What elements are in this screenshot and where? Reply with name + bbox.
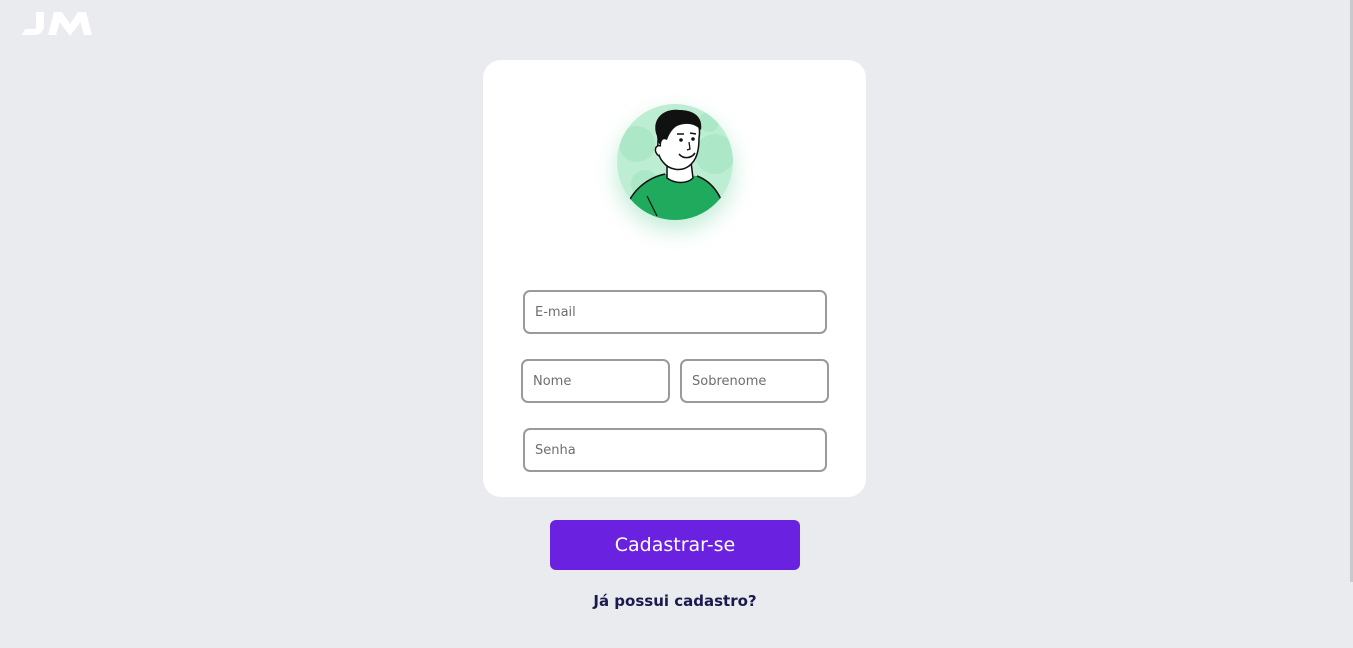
already-registered-link[interactable]: Já possui cadastro? <box>550 592 800 610</box>
signup-card <box>483 60 866 497</box>
last-name-field[interactable] <box>680 359 829 403</box>
signup-page: Cadastrar-se Já possui cadastro? <box>0 0 1353 648</box>
password-field[interactable] <box>523 428 827 472</box>
signup-button[interactable]: Cadastrar-se <box>550 520 800 570</box>
brand-logo[interactable] <box>22 10 106 36</box>
user-avatar-icon <box>617 104 733 220</box>
email-field[interactable] <box>523 290 827 334</box>
first-name-field[interactable] <box>521 359 670 403</box>
